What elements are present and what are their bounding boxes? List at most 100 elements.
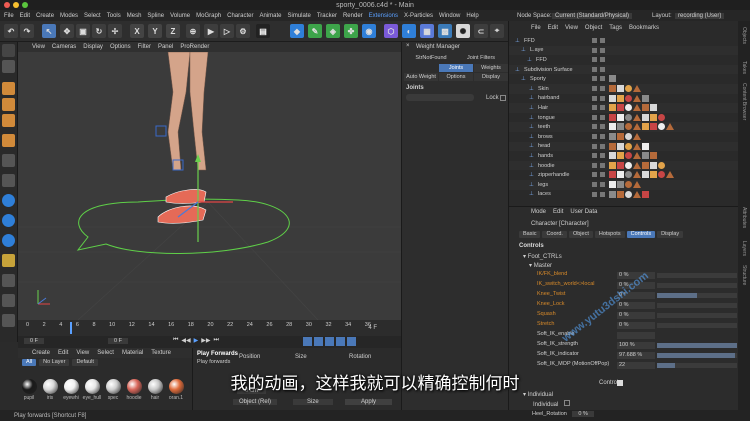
menu-x-particles[interactable]: X-Particles (404, 13, 433, 19)
move-tool-button[interactable]: ✥ (60, 24, 74, 38)
material-menu-create[interactable]: Create (32, 350, 50, 356)
tag-icon[interactable] (642, 171, 649, 179)
render-toggle[interactable] (600, 172, 605, 178)
object-menu-file[interactable]: File (531, 25, 541, 31)
pen-icon[interactable]: ✎ (308, 24, 322, 38)
weight-tab-options[interactable]: Options (439, 73, 473, 81)
edges-mode-icon[interactable] (2, 98, 15, 111)
attr-menu-mode[interactable]: Mode (531, 209, 546, 215)
param-slider[interactable] (657, 343, 737, 348)
object-row[interactable]: ⊥ zipperhandle (509, 170, 739, 180)
attr-tab-basic[interactable]: Basic (519, 231, 541, 238)
param-slider[interactable] (657, 303, 737, 308)
tag-icon[interactable] (617, 171, 624, 179)
object-row[interactable]: ⊥ Subdivision Surface (509, 64, 739, 75)
layer-icon[interactable] (2, 274, 15, 287)
tag-icon[interactable] (633, 133, 641, 140)
autokey-icon[interactable] (314, 337, 323, 346)
menu-select[interactable]: Select (84, 13, 101, 19)
tag-icon[interactable] (609, 142, 616, 150)
window-controls[interactable] (4, 2, 28, 8)
object-row[interactable]: ⊥ L.aye (509, 45, 739, 56)
render-toggle[interactable] (600, 162, 605, 168)
lock-z-button[interactable]: Z (166, 24, 180, 38)
tag-icon[interactable] (650, 113, 657, 121)
tag-icon[interactable] (633, 104, 641, 112)
material-filter-all[interactable]: All (22, 359, 37, 366)
object-row[interactable]: ⊥ head (509, 141, 739, 152)
param-slider[interactable] (657, 313, 737, 318)
live-select-button[interactable]: ↖ (42, 24, 56, 38)
weight-tab-weights[interactable]: Weights (474, 64, 508, 72)
tag-icon[interactable] (609, 190, 616, 198)
weight-tab-display[interactable]: Display (474, 73, 508, 81)
render-toggle[interactable] (600, 86, 605, 91)
tag-icon[interactable] (609, 85, 616, 92)
recent-tool-button[interactable]: ✢ (108, 24, 122, 38)
menu-window[interactable]: Window (439, 13, 460, 19)
visibility-toggle[interactable] (592, 182, 597, 187)
tag-icon[interactable] (609, 181, 616, 188)
tag-icon[interactable] (650, 104, 657, 112)
render-view-button[interactable]: ▶ (204, 24, 218, 38)
visibility-toggle[interactable] (592, 105, 597, 111)
render-toggle[interactable] (600, 114, 605, 120)
visibility-toggle[interactable] (592, 47, 597, 53)
right-tab-takes[interactable]: Takes (741, 61, 747, 74)
minimize-window-icon[interactable] (13, 2, 19, 8)
attr-tab-object[interactable]: Object (568, 231, 593, 238)
menu-tracker[interactable]: Tracker (317, 13, 337, 19)
render-toggle[interactable] (600, 57, 605, 63)
material-menu-material[interactable]: Material (122, 350, 143, 356)
key-scale-icon[interactable] (347, 337, 356, 346)
uv-mode-icon[interactable] (2, 134, 15, 147)
tag-icon[interactable] (642, 113, 649, 121)
render-toggle[interactable] (600, 105, 605, 111)
object-menu-view[interactable]: View (565, 25, 578, 31)
param-slider[interactable] (657, 293, 737, 298)
tag-icon[interactable] (625, 85, 632, 92)
visibility-toggle[interactable] (592, 153, 597, 159)
attr-tab-controls[interactable]: Controls (626, 231, 656, 238)
menu-render[interactable]: Render (343, 13, 363, 19)
viewport-menu-options[interactable]: Options (110, 44, 131, 50)
tag-icon[interactable] (609, 104, 616, 112)
tag-icon[interactable] (625, 152, 632, 160)
visibility-toggle[interactable] (592, 38, 597, 43)
heel-rotation-field[interactable]: 0 % (572, 411, 594, 417)
tag-icon[interactable] (625, 171, 632, 179)
tag-icon[interactable] (633, 113, 641, 121)
attr-tab-coord[interactable]: Coord. (542, 231, 567, 238)
timeline-ruler[interactable]: 0 2 4 6 8 10 12 14 16 18 20 22 24 26 28 30 32 34 36 4 F (18, 320, 401, 336)
layout-select[interactable]: recording (User) (675, 12, 725, 19)
visibility-toggle[interactable] (592, 134, 597, 139)
visibility-toggle[interactable] (592, 143, 597, 149)
object-row[interactable]: ⊥ laces (509, 189, 739, 200)
menu-modes[interactable]: Modes (60, 13, 78, 19)
grid-icon[interactable] (2, 254, 15, 267)
visibility-toggle[interactable] (592, 124, 597, 130)
end-frame-field[interactable]: 0 F (108, 338, 128, 344)
visibility-toggle[interactable] (592, 76, 597, 82)
tag-icon[interactable] (642, 123, 649, 131)
tag-icon[interactable] (650, 171, 657, 179)
tag-icon[interactable] (658, 171, 665, 179)
menu-file[interactable]: File (4, 13, 14, 19)
viewport-menu-panel[interactable]: Panel (158, 44, 173, 50)
menu-simulate[interactable]: Simulate (288, 13, 311, 19)
tag-icon[interactable] (617, 133, 624, 140)
render-toggle[interactable] (600, 191, 605, 197)
menu-mograph[interactable]: MoGraph (196, 13, 221, 19)
model-mode-icon[interactable] (2, 60, 15, 73)
tag-icon[interactable] (633, 94, 641, 102)
param-value-field[interactable]: 100 % (617, 342, 655, 349)
tag-icon[interactable] (625, 161, 632, 169)
close-panel-icon[interactable]: × (406, 43, 410, 49)
tag-icon[interactable] (633, 85, 641, 92)
tag-icon[interactable] (633, 171, 641, 179)
object-row[interactable]: ⊥ FFD (509, 36, 739, 46)
material-menu-texture[interactable]: Texture (151, 350, 171, 356)
tag-icon[interactable] (666, 171, 674, 179)
param-value-field[interactable]: 0 % (617, 312, 655, 319)
foot-ctrls-group[interactable]: ▾ Foot_CTRLs (523, 253, 562, 260)
